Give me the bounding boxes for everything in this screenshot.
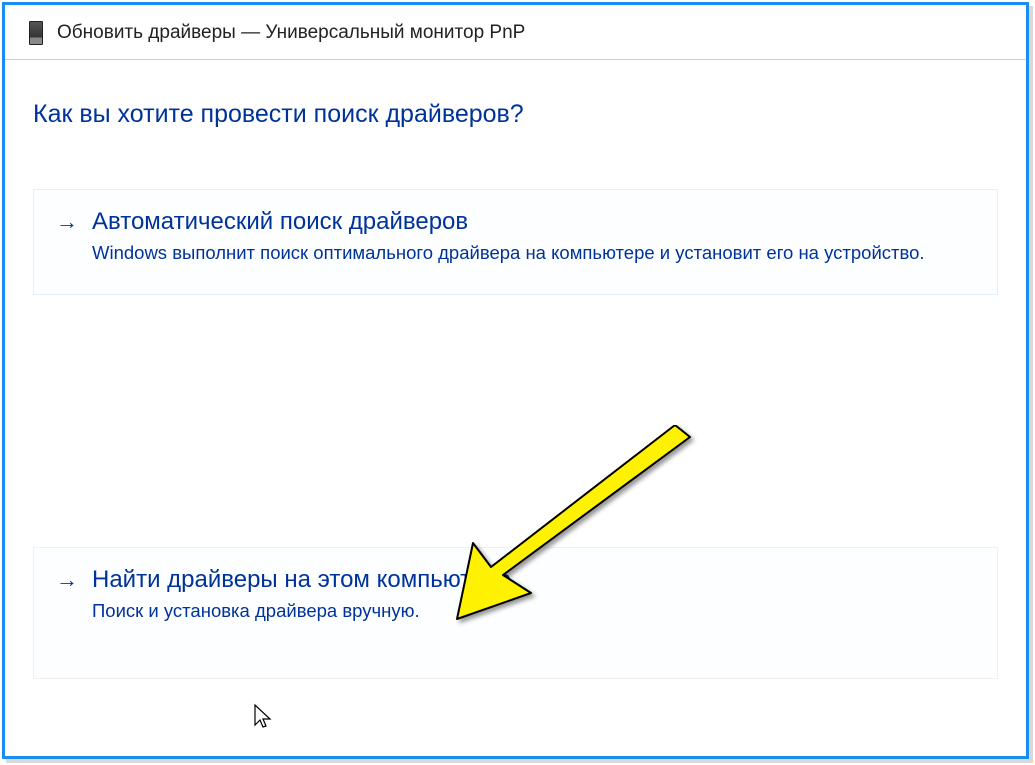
option-title: Автоматический поиск драйверов xyxy=(92,208,468,236)
option-header: → Найти драйверы на этом компьютере xyxy=(56,566,975,594)
option-browse-computer[interactable]: → Найти драйверы на этом компьютере Поис… xyxy=(33,547,998,679)
option-header: → Автоматический поиск драйверов xyxy=(56,208,975,236)
arrow-right-icon: → xyxy=(56,567,78,593)
dialog-content: Как вы хотите провести поиск драйверов? … xyxy=(5,60,1026,679)
option-auto-search[interactable]: → Автоматический поиск драйверов Windows… xyxy=(33,189,998,295)
option-title: Найти драйверы на этом компьютере xyxy=(92,566,511,594)
dialog-frame: Обновить драйверы — Универсальный монито… xyxy=(2,2,1029,759)
search-question-heading: Как вы хотите провести поиск драйверов? xyxy=(33,100,998,129)
option-description: Поиск и установка драйвера вручную. xyxy=(92,600,975,622)
option-description: Windows выполнит поиск оптимального драй… xyxy=(92,242,975,264)
dialog-header: Обновить драйверы — Универсальный монито… xyxy=(5,5,1026,60)
device-tower-icon xyxy=(29,21,43,45)
dialog-title: Обновить драйверы — Универсальный монито… xyxy=(57,22,525,44)
mouse-cursor-icon xyxy=(253,703,273,731)
arrow-right-icon: → xyxy=(56,209,78,235)
